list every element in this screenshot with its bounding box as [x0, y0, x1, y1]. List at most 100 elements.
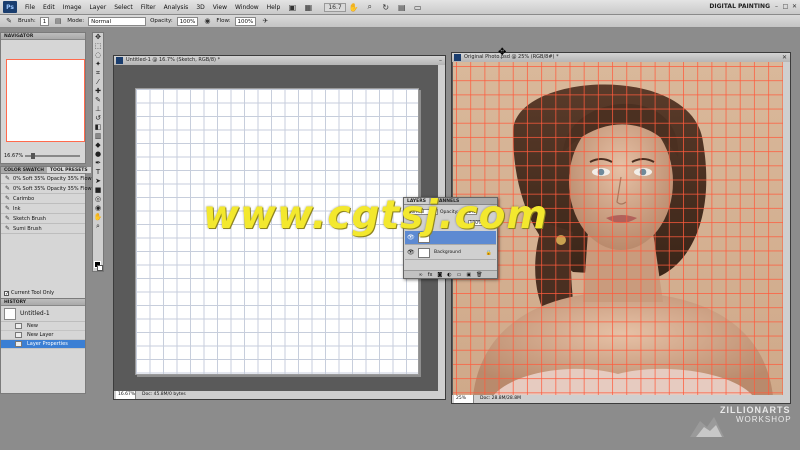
history-brush-icon[interactable]: ↺ [93, 114, 103, 123]
magic-wand-icon[interactable]: ✦ [93, 60, 103, 69]
menu-window[interactable]: Window [231, 4, 263, 11]
navigator-tab[interactable]: NAVIGATOR [1, 33, 85, 40]
flow-input[interactable]: 100% [234, 16, 257, 26]
zoom-level-field[interactable]: 16.7 [324, 2, 346, 12]
hand-tool-icon[interactable]: ✋ [93, 213, 103, 222]
type-tool-icon[interactable]: T [93, 168, 103, 177]
menu-help[interactable]: Help [263, 4, 285, 11]
gradient-tool-icon[interactable]: ▥ [93, 132, 103, 141]
crop-tool-icon[interactable]: ⌗ [93, 69, 103, 78]
path-selection-icon[interactable]: ➤ [93, 177, 103, 186]
menu-analysis[interactable]: Analysis [160, 4, 193, 11]
dodge-tool-icon[interactable]: ● [93, 150, 103, 159]
visibility-eye-icon[interactable]: 👁 [407, 249, 415, 256]
zoom-tool-icon[interactable]: ⌕ [364, 2, 376, 13]
document-info[interactable]: Doc: 28.8M/28.8M [480, 395, 521, 403]
preset-item[interactable]: ✎ Sketch Brush [1, 214, 85, 224]
document-tab[interactable]: Untitled-1 @ 16.7% (Sketch, RGB/8) * – [114, 56, 445, 65]
preset-label: 0% Soft 35% Opacity 35% Flow [13, 175, 92, 182]
3d-orbit-icon[interactable]: ◉ [93, 204, 103, 213]
opacity-input[interactable]: 100% [176, 16, 199, 26]
trash-icon[interactable]: 🗑 [476, 272, 482, 278]
tab-tool-presets[interactable]: TOOL PRESETS [46, 167, 91, 173]
preset-item[interactable]: ✎ Sumi Brush [1, 224, 85, 234]
preset-item[interactable]: ✎ 0% Soft 35% Opacity 35% Flow [1, 174, 92, 184]
pressure-opacity-icon[interactable]: ◉ [202, 17, 212, 26]
history-tab[interactable]: HISTORY [1, 299, 85, 306]
workspace-switcher[interactable]: DIGITAL PAINTING [709, 3, 770, 10]
shape-tool-icon[interactable]: ■ [93, 186, 103, 195]
screen-mode-icon[interactable]: ▭ [412, 2, 424, 13]
brush-tool-icon[interactable]: ✎ [93, 96, 103, 105]
eyedropper-icon[interactable]: ⁄ [93, 78, 103, 87]
menu-layer[interactable]: Layer [85, 4, 110, 11]
lasso-tool-icon[interactable]: ◌ [93, 51, 103, 60]
history-item-label: New Layer [27, 332, 54, 338]
background-color-swatch[interactable] [97, 265, 103, 271]
menu-view[interactable]: View [209, 4, 231, 11]
slider-handle[interactable] [31, 153, 35, 159]
menu-3d[interactable]: 3D [192, 4, 208, 11]
minimize-button[interactable]: – [773, 2, 780, 11]
link-layers-icon[interactable]: ∞ [419, 272, 423, 278]
zoom-tool-icon[interactable]: ⌕ [93, 222, 103, 231]
layer-style-icon[interactable]: fx [428, 272, 433, 278]
move-tool-icon[interactable]: ✥ [93, 33, 103, 42]
brush-panel-icon[interactable]: ▤ [53, 17, 63, 26]
checkbox-icon[interactable]: ✓ [4, 290, 9, 296]
pen-tool-icon[interactable]: ✒ [93, 159, 103, 168]
healing-brush-icon[interactable]: ✚ [93, 87, 103, 96]
layer-properties-icon [15, 341, 22, 347]
navigator-zoom-slider[interactable] [25, 153, 80, 159]
rotate-view-icon[interactable]: ↻ [380, 2, 392, 13]
close-icon[interactable]: ✕ [782, 53, 787, 62]
logo-text-line2: WORKSHOP [736, 415, 792, 424]
airbrush-icon[interactable]: ✈ [260, 17, 270, 26]
mini-bridge-icon[interactable]: ▦ [302, 2, 314, 13]
group-icon[interactable]: ▭ [457, 272, 462, 278]
menu-edit[interactable]: Edit [39, 4, 59, 11]
clone-stamp-icon[interactable]: ⊥ [93, 105, 103, 114]
3d-rotate-icon[interactable]: ◎ [93, 195, 103, 204]
vertical-scrollbar[interactable] [783, 62, 790, 395]
layer-mask-icon[interactable]: ◙ [437, 272, 442, 278]
preset-item[interactable]: ✎ Ink [1, 204, 85, 214]
menu-filter[interactable]: Filter [137, 4, 160, 11]
blur-tool-icon[interactable]: ◆ [93, 141, 103, 150]
hand-tool-icon[interactable]: ✋ [348, 2, 360, 13]
current-tool-only-checkbox[interactable]: ✓ Current Tool Only [4, 290, 54, 296]
layers-footer: ∞ fx ◙ ◐ ▭ ▣ 🗑 [404, 270, 497, 278]
close-icon[interactable]: – [439, 56, 442, 65]
arrange-documents-icon[interactable]: ▤ [396, 2, 408, 13]
bridge-icon[interactable]: ▣ [286, 2, 298, 13]
document-title: Original Photo.psd @ 25% (RGB/8#) * [464, 54, 559, 60]
marquee-tool-icon[interactable]: ⬚ [93, 42, 103, 51]
close-button[interactable]: ✕ [791, 2, 798, 11]
document-info[interactable]: Doc: 45.8M/0 bytes [142, 391, 186, 399]
menu-file[interactable]: File [21, 4, 39, 11]
status-zoom[interactable]: 16.67% [116, 391, 136, 399]
history-snapshot[interactable]: Untitled-1 [1, 306, 85, 322]
navigator-thumbnail[interactable] [6, 59, 85, 142]
new-layer-icon[interactable]: ▣ [466, 272, 471, 278]
history-item-layer-properties[interactable]: Layer Properties [1, 340, 85, 349]
eraser-icon[interactable]: ◧ [93, 123, 103, 132]
brush-tool-icon[interactable]: ✎ [4, 17, 14, 26]
adjustment-layer-icon[interactable]: ◐ [447, 272, 451, 278]
history-item-new[interactable]: New [1, 322, 85, 331]
brush-size-picker[interactable]: 1 [39, 16, 50, 26]
preset-item[interactable]: ✎ Carimbo [1, 194, 85, 204]
status-zoom[interactable]: 25% [454, 395, 474, 403]
layer-row-background[interactable]: 👁 Background 🔒 [405, 246, 496, 260]
toolbox: ✥ ⬚ ◌ ✦ ⌗ ⁄ ✚ ✎ ⊥ ↺ ◧ ▥ ◆ ● ✒ T ➤ ■ ◎ ◉ … [92, 32, 104, 272]
history-item-new-layer[interactable]: New Layer [1, 331, 85, 340]
navigator-zoom[interactable]: 16.67% [4, 153, 23, 159]
menu-image[interactable]: Image [59, 4, 86, 11]
tab-color-swatch[interactable]: COLOR SWATCH [1, 167, 47, 173]
history-item-label: Layer Properties [27, 341, 68, 347]
preset-item[interactable]: ✎ 0% Soft 35% Opacity 35% Flow [1, 184, 92, 194]
mode-label: Mode: [67, 18, 85, 24]
maximize-button[interactable]: □ [782, 2, 789, 11]
mode-select[interactable]: Normal [88, 16, 147, 26]
menu-select[interactable]: Select [110, 4, 137, 11]
